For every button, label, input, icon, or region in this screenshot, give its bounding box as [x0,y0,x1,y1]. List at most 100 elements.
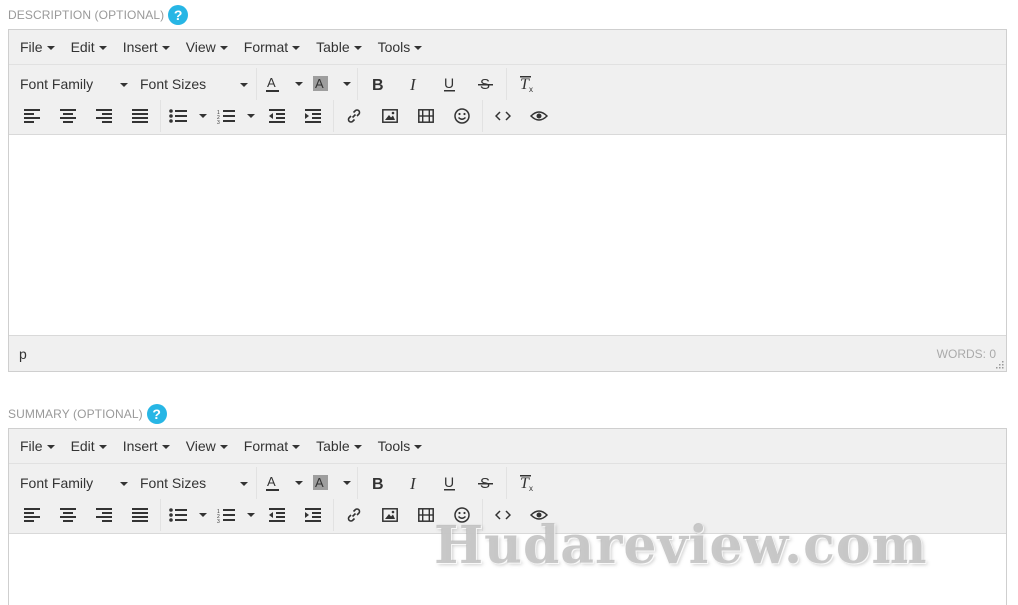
bullet-list-button[interactable] [163,501,211,529]
insert-media-button[interactable] [408,102,444,130]
menu-file[interactable]: File [12,30,63,64]
clear-group: Tx [506,467,547,499]
insert-link-button[interactable] [336,501,372,529]
outdent-button[interactable] [259,501,295,529]
align-group [12,499,160,531]
caret-down-icon [161,445,170,449]
align-left-button[interactable] [14,501,50,529]
background-color-button[interactable]: A [307,70,355,98]
underline-button[interactable]: U [432,469,468,497]
font-family-select[interactable]: Font Family [14,469,134,497]
insert-link-button[interactable] [336,102,372,130]
caret-down-icon [120,83,128,87]
font-family-select[interactable]: Font Family [14,70,134,98]
bold-button[interactable]: B [360,469,396,497]
font-sizes-select[interactable]: Font Sizes [134,469,254,497]
clear-formatting-button[interactable]: Tx [509,70,545,98]
strikethrough-icon: S [478,475,493,491]
align-right-button[interactable] [86,102,122,130]
menu-edit[interactable]: Edit [63,30,115,64]
text-color-button[interactable]: A [259,70,307,98]
italic-button[interactable]: I [396,469,432,497]
source-code-button[interactable] [485,102,521,130]
insert-image-button[interactable] [372,501,408,529]
svg-text:I: I [409,475,417,491]
svg-text:3: 3 [217,519,220,523]
menu-edit[interactable]: Edit [63,429,115,463]
indent-button[interactable] [295,102,331,130]
help-icon[interactable]: ? [146,404,167,424]
svg-text:A: A [315,475,324,490]
align-right-button[interactable] [86,501,122,529]
align-right-icon [96,508,112,522]
resize-handle-icon[interactable] [995,360,1004,369]
description-label: DESCRIPTION (OPTIONAL) [8,8,165,22]
color-group: A A [256,68,357,100]
numbered-list-button[interactable]: 123 [211,501,259,529]
menu-insert[interactable]: Insert [115,429,178,463]
bold-button[interactable]: B [360,70,396,98]
italic-button[interactable]: I [396,70,432,98]
svg-text:A: A [267,474,276,489]
description-content-area[interactable] [9,134,1006,335]
summary-menubar: File Edit Insert View Format Table Tools [9,429,1006,464]
strikethrough-button[interactable]: S [468,70,504,98]
justify-button[interactable] [122,102,158,130]
menu-insert[interactable]: Insert [115,30,178,64]
menu-file[interactable]: File [12,429,63,463]
caret-down-icon [353,46,362,50]
help-icon[interactable]: ? [168,5,189,25]
text-color-icon: A [266,474,279,491]
indent-button[interactable] [295,501,331,529]
align-group [12,100,160,132]
caret-down-icon [343,82,351,86]
insert-emoticon-button[interactable] [444,102,480,130]
text-color-button[interactable]: A [259,469,307,497]
outdent-icon [269,508,285,522]
menu-tools[interactable]: Tools [370,429,431,463]
caret-down-icon [199,513,207,517]
numbered-list-button[interactable]: 123 [211,102,259,130]
list-group: 123 [160,499,333,531]
align-center-button[interactable] [50,501,86,529]
menu-table[interactable]: Table [308,429,369,463]
justify-icon [132,508,148,522]
justify-button[interactable] [122,501,158,529]
outdent-button[interactable] [259,102,295,130]
menu-tools[interactable]: Tools [370,30,431,64]
caret-down-icon [219,445,228,449]
menu-table[interactable]: Table [308,30,369,64]
svg-text:A: A [267,75,276,90]
clear-group: Tx [506,68,547,100]
menu-view[interactable]: View [178,30,236,64]
caret-down-icon [161,46,170,50]
underline-button[interactable]: U [432,70,468,98]
background-color-button[interactable]: A [307,469,355,497]
svg-text:x: x [529,484,533,492]
svg-text:I: I [409,76,417,92]
caret-down-icon [353,445,362,449]
bullet-list-button[interactable] [163,102,211,130]
toolbar-row-2: 123 [12,100,1003,132]
indent-icon [305,109,321,123]
align-right-icon [96,109,112,123]
menu-format[interactable]: Format [236,429,308,463]
list-group: 123 [160,100,333,132]
strikethrough-icon: S [478,76,493,92]
caret-down-icon [295,82,303,86]
font-group: Font Family Font Sizes [12,467,256,499]
background-color-icon: A [313,76,328,91]
font-sizes-select[interactable]: Font Sizes [134,70,254,98]
clear-formatting-button[interactable]: Tx [509,469,545,497]
strikethrough-button[interactable]: S [468,469,504,497]
preview-button[interactable] [521,102,557,130]
menu-format[interactable]: Format [236,30,308,64]
insert-image-button[interactable] [372,102,408,130]
align-center-button[interactable] [50,102,86,130]
element-path[interactable]: p [19,346,27,362]
caret-down-icon [46,46,55,50]
menu-view[interactable]: View [178,429,236,463]
align-left-button[interactable] [14,102,50,130]
caret-down-icon [414,445,423,449]
svg-text:B: B [372,77,384,92]
